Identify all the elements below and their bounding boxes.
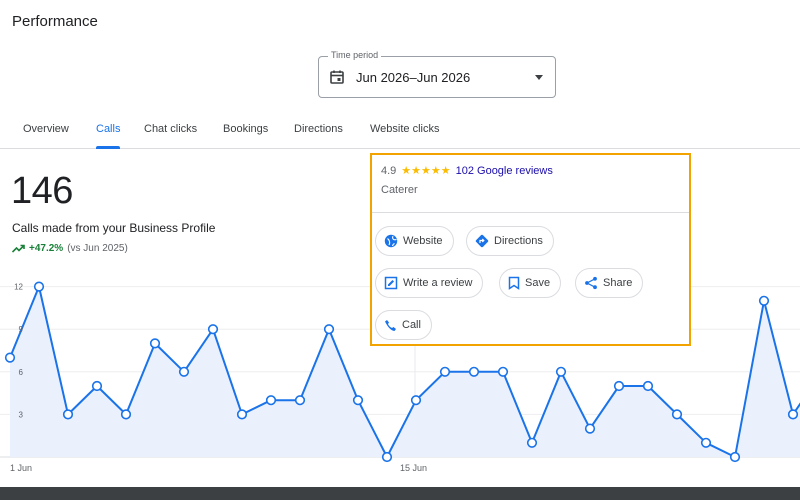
card-divider <box>372 212 689 213</box>
calendar-icon <box>330 70 344 84</box>
active-tab-indicator <box>96 146 120 149</box>
chart-data-point <box>439 366 451 377</box>
website-button-label: Website <box>403 235 443 247</box>
star-rating-icon: ★★★★★ <box>401 165 451 177</box>
chart-x-tick-label: 1 Jun <box>10 463 32 473</box>
tab-directions[interactable]: Directions <box>294 112 343 149</box>
tab-bookings[interactable]: Bookings <box>223 112 268 149</box>
metric-comparison: (vs Jun 2025) <box>67 243 128 254</box>
directions-button-label: Directions <box>494 235 543 247</box>
chart-data-point <box>729 451 741 463</box>
chart-data-point <box>323 324 335 335</box>
website-button[interactable]: Website <box>375 226 454 256</box>
chart-data-point <box>236 409 248 420</box>
metric-change: +47.2% <box>29 243 64 254</box>
chart-data-point <box>671 409 683 420</box>
phone-icon <box>385 319 396 331</box>
rating-row: 4.9 ★★★★★ 102 Google reviews <box>381 164 553 178</box>
chart-data-point <box>555 366 567 377</box>
bottom-bar <box>0 487 800 500</box>
chart-data-point <box>4 352 16 363</box>
directions-button[interactable]: Directions <box>466 226 554 256</box>
chart-data-point <box>410 395 422 406</box>
chart-data-point <box>149 338 161 349</box>
metric-caption: Calls made from your Business Profile <box>12 221 216 235</box>
metric-trend: +47.2% (vs Jun 2025) <box>12 243 128 254</box>
time-period-select[interactable]: Time period Jun 2026–Jun 2026 <box>318 50 556 98</box>
tab-calls[interactable]: Calls <box>96 112 120 149</box>
globe-icon <box>384 234 398 248</box>
bookmark-icon <box>508 276 520 290</box>
chart-data-point <box>207 324 219 335</box>
chart-data-point <box>33 281 45 292</box>
chart-data-point <box>642 380 654 392</box>
page-title: Performance <box>12 13 98 30</box>
chart-y-tick-label: 9 <box>19 325 24 334</box>
share-icon <box>585 276 597 290</box>
chart-data-point <box>294 395 306 406</box>
share-button[interactable]: Share <box>575 268 644 298</box>
chart-data-point <box>787 409 799 420</box>
tab-chat-clicks[interactable]: Chat clicks <box>144 112 197 149</box>
share-button-label: Share <box>603 277 633 289</box>
call-button[interactable]: Call <box>375 310 432 340</box>
chart-y-tick-label: 12 <box>14 283 23 292</box>
save-button-label: Save <box>525 277 551 289</box>
save-button[interactable]: Save <box>499 268 562 298</box>
chart-data-point <box>62 409 74 420</box>
chart-data-point <box>91 380 103 392</box>
chevron-down-icon <box>535 75 543 80</box>
trending-up-icon <box>12 244 25 253</box>
metric-value: 146 <box>11 170 73 212</box>
write-review-button[interactable]: Write a review <box>375 268 484 298</box>
chart-x-tick-label: 15 Jun <box>400 463 427 473</box>
directions-icon <box>475 234 489 248</box>
rating-value: 4.9 <box>381 164 397 177</box>
chart-data-point <box>178 366 190 377</box>
chart-data-point <box>758 295 770 306</box>
chart-data-point <box>381 451 393 463</box>
reviews-link[interactable]: 102 Google reviews <box>456 165 553 177</box>
call-button-label: Call <box>402 319 421 331</box>
metric-tabs: Overview Calls Chat clicks Bookings Dire… <box>0 112 800 149</box>
write-review-button-label: Write a review <box>403 277 473 289</box>
business-category: Caterer <box>381 184 418 196</box>
chart-y-tick-label: 3 <box>19 410 24 419</box>
tab-website-clicks[interactable]: Website clicks <box>370 112 439 149</box>
rate-review-icon <box>384 276 398 290</box>
chart-data-point <box>352 395 364 406</box>
chart-data-point <box>700 437 712 448</box>
chart-data-point <box>613 380 625 392</box>
chart-y-tick-label: 6 <box>19 368 24 377</box>
business-profile-card: 4.9 ★★★★★ 102 Google reviews Caterer Web… <box>370 153 691 346</box>
chart-data-point <box>120 409 132 420</box>
tab-overview[interactable]: Overview <box>23 112 69 149</box>
chart-data-point <box>265 395 277 406</box>
time-period-label: Time period <box>328 50 382 60</box>
chart-data-point <box>497 366 509 377</box>
chart-data-point <box>526 437 538 448</box>
time-period-value: Jun 2026–Jun 2026 <box>356 70 471 85</box>
chart-data-point <box>584 423 596 434</box>
chart-data-point <box>468 366 480 377</box>
